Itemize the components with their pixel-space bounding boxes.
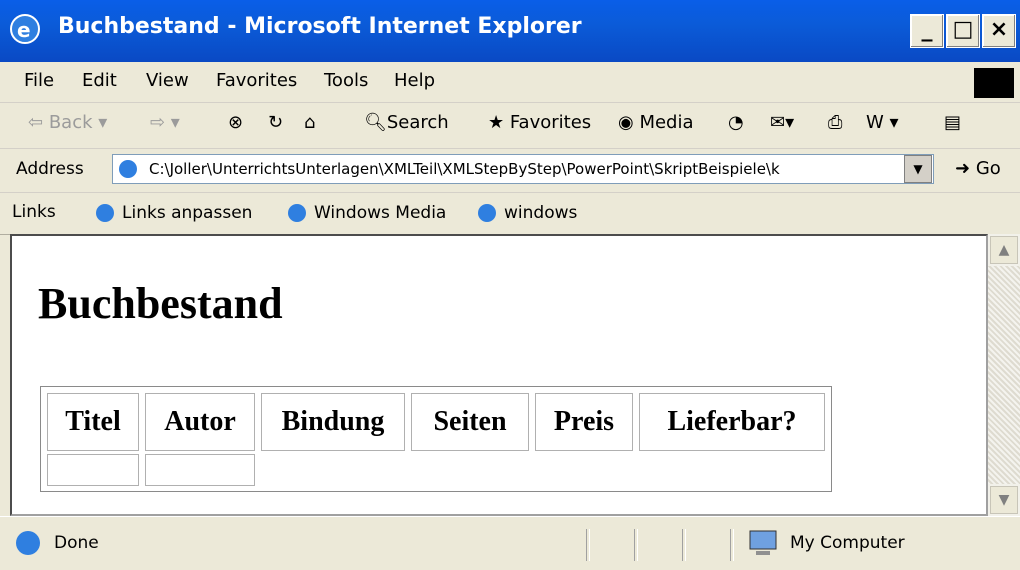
status-divider — [682, 529, 686, 561]
go-button[interactable]: ➜ Go — [955, 158, 1001, 179]
links-label: Links — [12, 202, 56, 222]
internet-explorer-icon: e — [10, 14, 40, 44]
refresh-icon[interactable]: ↻ — [268, 112, 283, 133]
windows-flag-icon — [974, 68, 1014, 98]
ie-status-icon — [16, 531, 40, 555]
status-divider — [586, 529, 590, 561]
menu-help[interactable]: Help — [394, 70, 435, 91]
book-table: Titel Autor Bindung Seiten Preis Lieferb… — [40, 386, 832, 492]
go-label: Go — [975, 158, 1001, 179]
menu-tools[interactable]: Tools — [324, 70, 368, 91]
address-label: Address — [16, 159, 84, 179]
print-icon[interactable]: ⎙ — [828, 112, 842, 133]
scroll-track[interactable] — [988, 266, 1020, 484]
table-cell — [145, 454, 255, 486]
home-icon[interactable]: ⌂ — [304, 112, 315, 133]
forward-button[interactable]: ⇨ ▾ — [150, 112, 180, 133]
minimize-button[interactable]: _ — [910, 14, 944, 48]
link-windows[interactable]: windows — [476, 202, 577, 224]
column-header-titel: Titel — [47, 393, 139, 451]
status-divider — [730, 529, 734, 561]
link-label: Windows Media — [314, 203, 447, 223]
scroll-up-button[interactable]: ▲ — [990, 236, 1018, 264]
menu-view[interactable]: View — [146, 70, 189, 91]
link-windows-media[interactable]: Windows Media — [286, 202, 446, 224]
favorites-label: Favorites — [509, 112, 592, 133]
table-cell — [47, 454, 139, 486]
column-header-autor: Autor — [145, 393, 255, 451]
search-label: Search — [386, 112, 449, 133]
address-dropdown-button[interactable]: ▼ — [904, 155, 932, 183]
link-label: windows — [504, 203, 578, 223]
standard-toolbar: ⇦ Back ▾ ⇨ ▾ ⊗ ↻ ⌂ 🔍︎Search ★ Favorites … — [0, 102, 1020, 149]
address-input[interactable]: C:\Joller\UnterrichtsUnterlagen\XMLTeil\… — [112, 154, 934, 184]
ie-link-icon — [96, 204, 114, 222]
column-header-seiten: Seiten — [411, 393, 529, 451]
scroll-down-button[interactable]: ▼ — [990, 486, 1018, 514]
ie-link-icon — [478, 204, 496, 222]
page-icon — [119, 160, 137, 178]
vertical-scrollbar[interactable]: ▲ ▼ — [988, 234, 1020, 516]
my-computer-icon — [749, 530, 777, 555]
menu-file[interactable]: File — [24, 70, 54, 91]
column-header-lieferbar: Lieferbar? — [639, 393, 825, 451]
link-label: Links anpassen — [122, 203, 253, 223]
maximize-button[interactable]: □ — [946, 14, 980, 48]
svg-text:e: e — [17, 18, 31, 42]
mail-icon[interactable]: ✉▾ — [770, 112, 794, 133]
status-text: Done — [54, 533, 99, 553]
ie-link-icon — [288, 204, 306, 222]
discuss-icon[interactable]: ▤ — [944, 112, 961, 133]
window-title: Buchbestand - Microsoft Internet Explore… — [58, 14, 582, 39]
edit-word-icon[interactable]: W ▾ — [866, 112, 899, 133]
back-button[interactable]: ⇦ Back ▾ — [28, 112, 107, 133]
favorites-button[interactable]: ★ Favorites — [488, 112, 591, 133]
menu-favorites[interactable]: Favorites — [216, 70, 297, 91]
column-header-bindung: Bindung — [261, 393, 405, 451]
status-bar: Done My Computer — [0, 516, 1020, 570]
links-bar: Links Links anpassen Windows Media windo… — [0, 192, 1020, 235]
media-button[interactable]: ◉ Media — [618, 112, 694, 133]
title-bar: e Buchbestand - Microsoft Internet Explo… — [0, 0, 1020, 62]
menu-edit[interactable]: Edit — [82, 70, 117, 91]
page-heading: Buchbestand — [38, 279, 283, 328]
security-zone: My Computer — [790, 533, 905, 553]
address-bar: Address C:\Joller\UnterrichtsUnterlagen\… — [0, 148, 1020, 193]
close-button[interactable]: × — [982, 14, 1016, 48]
history-icon[interactable]: ◔ — [728, 112, 744, 133]
address-value: C:\Joller\UnterrichtsUnterlagen\XMLTeil\… — [149, 160, 780, 178]
menu-bar: File Edit View Favorites Tools Help — [0, 62, 1020, 103]
stop-icon[interactable]: ⊗ — [228, 112, 243, 133]
search-button[interactable]: 🔍︎Search — [364, 112, 449, 133]
column-header-preis: Preis — [535, 393, 633, 451]
back-label: Back — [48, 112, 93, 133]
status-divider — [634, 529, 638, 561]
link-links-anpassen[interactable]: Links anpassen — [94, 202, 252, 224]
page-content: Buchbestand Titel Autor Bindung Seiten P… — [10, 234, 988, 516]
media-label: Media — [639, 112, 694, 133]
